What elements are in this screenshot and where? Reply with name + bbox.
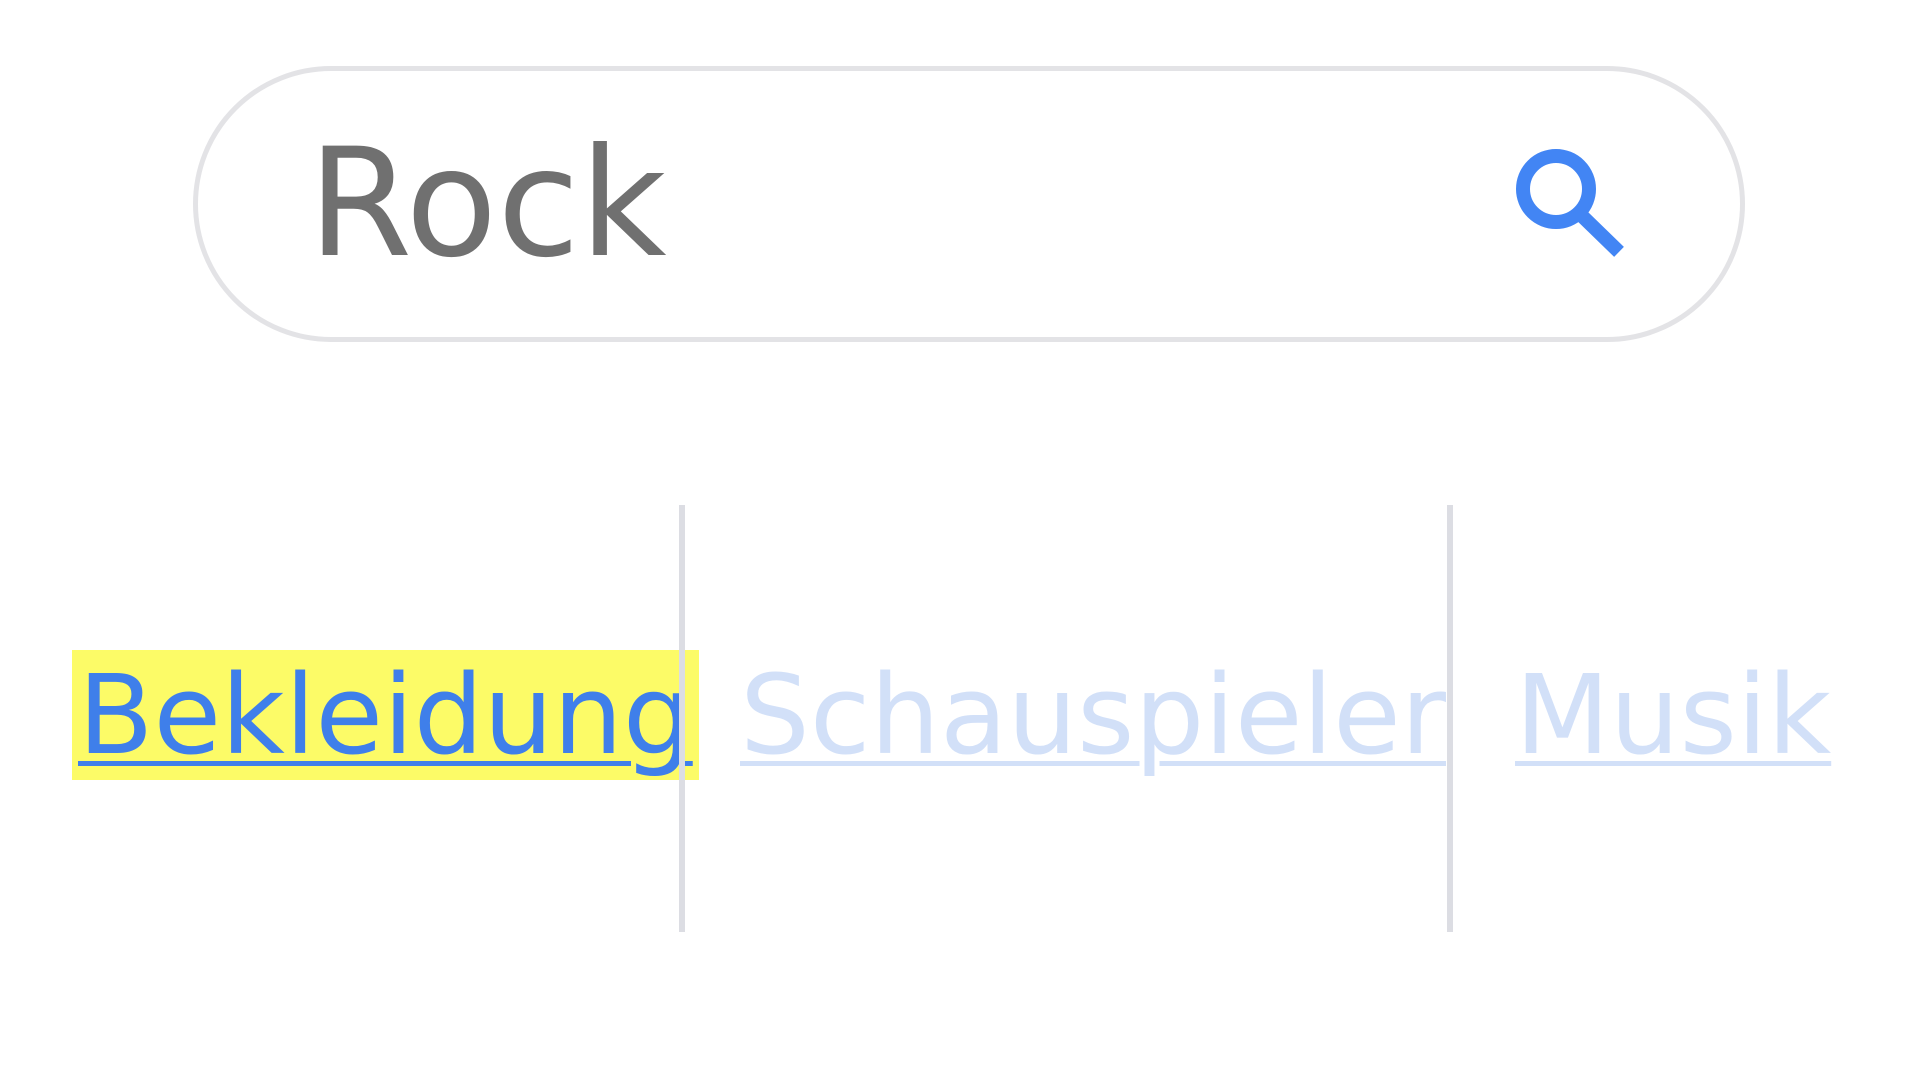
- page: Rock Bekleidung Schauspieler Musik: [0, 0, 1920, 1080]
- category-link-musik[interactable]: Musik: [1515, 650, 1831, 780]
- category-link-schauspieler[interactable]: Schauspieler: [740, 650, 1446, 780]
- category-divider: [679, 505, 685, 932]
- category-tabs: Bekleidung Schauspieler Musik: [0, 500, 1920, 940]
- search-bar[interactable]: Rock: [193, 66, 1745, 342]
- category-divider: [1447, 505, 1453, 932]
- search-icon[interactable]: [1509, 147, 1629, 267]
- search-input[interactable]: Rock: [308, 71, 667, 337]
- category-link-bekleidung[interactable]: Bekleidung: [72, 650, 699, 780]
